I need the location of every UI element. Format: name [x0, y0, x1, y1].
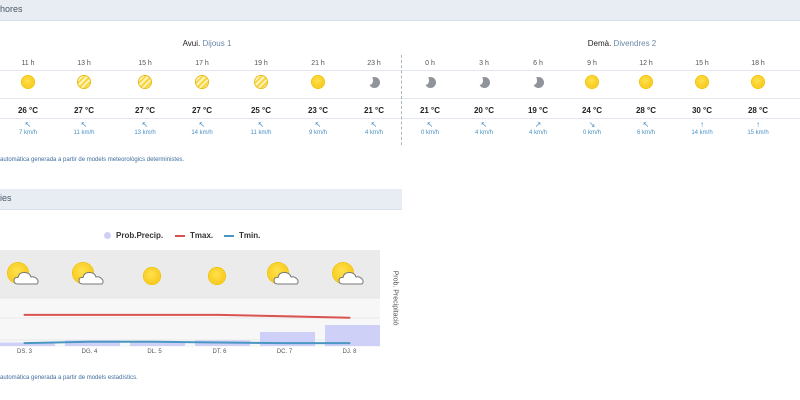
wind-direction-icon: ↑ [756, 120, 760, 129]
wind-direction-icon: ↘ [588, 120, 596, 129]
legend-tmax[interactable]: Tmax. [175, 231, 213, 240]
wind-speed-value: 14 km/h [691, 130, 713, 136]
hourly-section-header: hores [0, 0, 800, 21]
wind-speed-value: 14 km/h [191, 130, 213, 136]
x-tick-label: DS. 3 [16, 349, 33, 355]
wind-direction-icon: ↖ [198, 120, 206, 129]
hour-label: 15 h [695, 60, 709, 67]
legend-tmin[interactable]: Tmin. [224, 231, 260, 240]
temperature-value: 27 °C [73, 106, 95, 115]
hour-label: 11 h [21, 60, 35, 67]
temperature-value: 24 °C [581, 106, 603, 115]
precip-bar [130, 342, 185, 346]
wind-speed-value: 0 km/h [582, 130, 601, 136]
wind-speed-value: 0 km/h [420, 130, 439, 136]
hour-label: 23 h [367, 60, 381, 67]
wind-direction-icon: ↖ [24, 120, 32, 129]
wind-speed-value: 4 km/h [528, 130, 547, 136]
wind-direction-icon: ↖ [426, 120, 434, 129]
hour-label: 15 h [138, 60, 152, 67]
x-tick-label: DG. 4 [81, 349, 98, 355]
day-separator [401, 55, 402, 145]
hour-label: 9 h [587, 60, 597, 67]
wind-speed-value: 4 km/h [364, 130, 383, 136]
wind-speed-value: 15 km/h [747, 130, 769, 136]
wind-direction-icon: ↖ [80, 120, 88, 129]
wind-speed-value: 11 km/h [73, 130, 95, 136]
hour-label: 12 h [639, 60, 653, 67]
x-tick-label: DC. 7 [276, 349, 293, 355]
wind-direction-icon: ↖ [314, 120, 322, 129]
wind-speed-value: 9 km/h [308, 130, 327, 136]
wind-direction-icon: ↑ [700, 120, 704, 129]
row-divider [0, 118, 800, 119]
wind-direction-icon: ↖ [642, 120, 650, 129]
temperature-value: 23 °C [307, 106, 329, 115]
x-tick-label: DT. 6 [212, 349, 227, 355]
temperature-value: 26 °C [17, 106, 39, 115]
temperature-value: 21 °C [419, 106, 441, 115]
daily-forecast-chart [0, 250, 380, 347]
hour-label: 3 h [479, 60, 489, 67]
temperature-value: 27 °C [134, 106, 156, 115]
legend-tmin-swatch [224, 234, 234, 237]
temperature-value: 21 °C [363, 106, 385, 115]
hour-label: 19 h [254, 60, 268, 67]
row-divider [0, 70, 800, 71]
plot-area [0, 298, 380, 347]
hour-label: 21 h [311, 60, 325, 67]
hour-label: 18 h [751, 60, 765, 67]
legend-precip[interactable]: Prob.Precip. [104, 231, 163, 240]
hourly-section-title: hores [0, 4, 23, 14]
wind-direction-icon: ↗ [534, 120, 542, 129]
wind-direction-icon: ↖ [141, 120, 149, 129]
x-tick-label: DJ. 8 [342, 349, 357, 355]
day-label-tomorrow: Demà. Divendres 2 [587, 39, 657, 48]
temperature-value: 27 °C [191, 106, 213, 115]
hour-label: 6 h [533, 60, 543, 67]
wind-speed-value: 13 km/h [134, 130, 156, 136]
legend-precip-swatch [104, 232, 111, 239]
icon-band [0, 250, 380, 298]
row-divider [0, 98, 800, 99]
wind-speed-value: 7 km/h [18, 130, 37, 136]
legend-tmax-swatch [175, 234, 185, 237]
wind-speed-value: 11 km/h [250, 130, 272, 136]
precip-axis-label: Prob. Precipitació [391, 270, 399, 326]
daily-section-header: ies [0, 189, 402, 210]
hour-label: 17 h [195, 60, 209, 67]
temperature-value: 28 °C [747, 106, 769, 115]
x-tick-label: DL. 5 [147, 349, 162, 355]
temperature-value: 28 °C [635, 106, 657, 115]
wind-direction-icon: ↖ [370, 120, 378, 129]
hour-label: 0 h [425, 60, 435, 67]
day-label-today: Avui. Dijous 1 [182, 39, 232, 48]
hourly-footnote: automàtica generada a partir de models m… [0, 157, 185, 163]
temperature-value: 20 °C [473, 106, 495, 115]
wind-direction-icon: ↖ [257, 120, 265, 129]
wind-speed-value: 4 km/h [474, 130, 493, 136]
temperature-value: 25 °C [250, 106, 272, 115]
hour-label: 13 h [77, 60, 91, 67]
wind-speed-value: 6 km/h [636, 130, 655, 136]
wind-direction-icon: ↖ [480, 120, 488, 129]
temperature-value: 19 °C [527, 106, 549, 115]
daily-footnote: automàtica generada a partir de models e… [0, 375, 138, 381]
daily-section-title: ies [0, 193, 12, 203]
temperature-value: 30 °C [691, 106, 713, 115]
